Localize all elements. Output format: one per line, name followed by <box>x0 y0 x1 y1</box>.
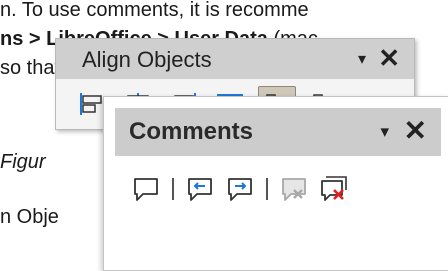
figure-caption: Figur <box>0 151 46 173</box>
previous-comment-icon <box>188 178 212 201</box>
document-text-line: n Obje <box>0 206 59 228</box>
toolbar-close-button[interactable]: ✕ <box>378 43 400 74</box>
next-comment-button[interactable] <box>220 169 260 209</box>
document-text-line: n. To use comments, it is recomme <box>0 0 309 21</box>
toolbar-title-bar[interactable]: Comments ▾ ✕ <box>115 108 441 156</box>
delete-all-comments-icon <box>321 176 347 201</box>
toolbar-title: Comments <box>129 118 254 145</box>
toolbar-close-button[interactable]: ✕ <box>404 114 427 147</box>
toolbar-separator <box>172 178 174 200</box>
insert-comment-button[interactable] <box>126 169 166 209</box>
next-comment-icon <box>228 178 252 201</box>
toolbar-menu-button[interactable]: ▾ <box>358 49 366 69</box>
toolbar-title-bar[interactable]: Align Objects ▾ ✕ <box>56 39 414 79</box>
toolbar-menu-button[interactable]: ▾ <box>380 122 389 142</box>
toolbar-title: Align Objects <box>82 47 212 72</box>
delete-comment-icon <box>282 178 306 201</box>
delete-comment-button[interactable] <box>274 169 314 209</box>
delete-all-comments-button[interactable] <box>314 169 354 209</box>
toolbar-separator <box>266 178 268 200</box>
comments-toolbar: Comments ▾ ✕ <box>103 96 448 271</box>
previous-comment-button[interactable] <box>180 169 220 209</box>
comment-bubble-icon <box>134 178 158 201</box>
